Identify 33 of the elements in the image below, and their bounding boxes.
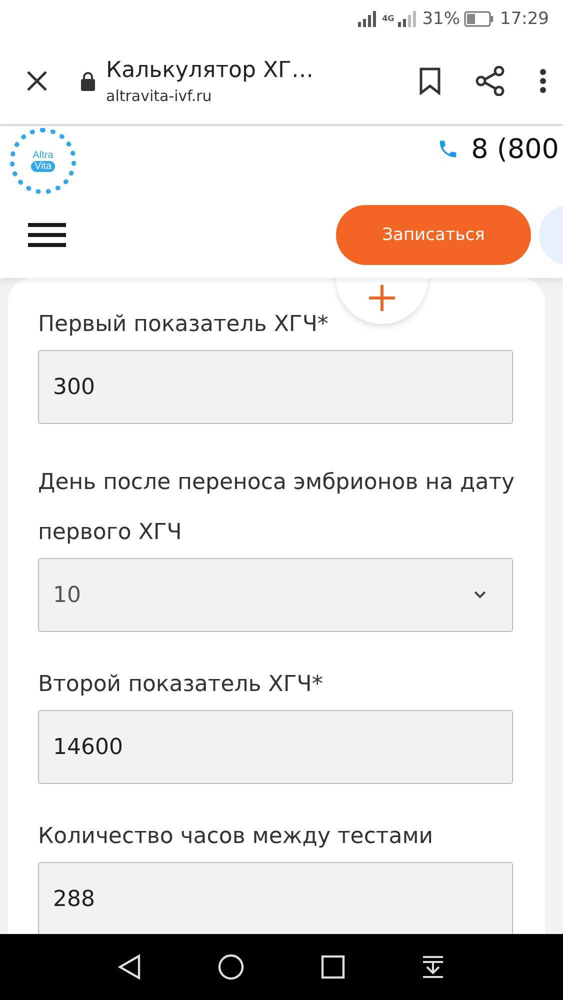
network-type: 4G	[382, 15, 394, 23]
field-label: Второй показатель ХГЧ*	[38, 671, 323, 699]
phone-icon	[437, 138, 460, 160]
page-title: Калькулятор ХГ…	[106, 58, 314, 82]
field-label: Первый показатель ХГЧ*	[38, 311, 328, 339]
bookmark-icon	[419, 67, 441, 95]
input-field[interactable]: 14600	[38, 710, 513, 784]
logo-text: Altra	[32, 150, 54, 161]
page-url[interactable]: altravita-ivf.ru	[106, 86, 393, 104]
field-label: День после переноса эмбрионов на дату первого ХГЧ	[38, 469, 515, 547]
phone-number[interactable]: 8 (800	[471, 134, 559, 164]
back-icon	[118, 954, 142, 980]
field-label: Количество часов между тестами	[38, 823, 434, 851]
select-field[interactable]: 10	[38, 558, 513, 632]
recents-icon	[320, 955, 345, 979]
menu-icon[interactable]	[28, 220, 66, 250]
chevron-icon	[474, 591, 486, 599]
signal-icon	[358, 11, 378, 27]
logo-text: Vita	[31, 161, 55, 172]
more-icon	[539, 68, 547, 94]
input-field[interactable]: 300	[38, 350, 513, 424]
share-icon	[475, 66, 505, 96]
home-icon	[218, 954, 244, 980]
battery-icon	[464, 11, 494, 27]
select-value: 10	[53, 582, 81, 608]
download-icon	[420, 955, 445, 979]
close-icon	[26, 70, 48, 92]
clock: 17:29	[500, 9, 549, 29]
lock-icon	[80, 71, 96, 91]
plus-icon	[368, 284, 396, 312]
signal-icon	[398, 11, 416, 27]
input-field[interactable]: 288	[38, 862, 513, 934]
battery-percent: 31%	[422, 9, 460, 29]
